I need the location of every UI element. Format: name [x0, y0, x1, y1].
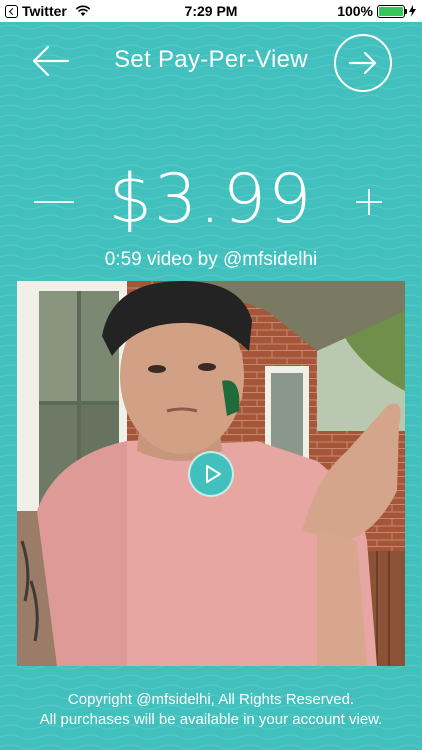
- purchases-note: All purchases will be available in your …: [39, 711, 383, 728]
- battery-percent: 100%: [337, 3, 373, 19]
- charging-icon: [409, 5, 416, 17]
- play-icon: [206, 465, 221, 483]
- minus-icon: [34, 201, 74, 203]
- arrow-left-icon: [32, 45, 70, 77]
- price-selector: $3.99: [0, 160, 422, 240]
- decrease-price-button[interactable]: [34, 182, 74, 222]
- page-title: Set Pay-Per-View: [114, 46, 308, 73]
- increase-price-button[interactable]: [352, 182, 386, 222]
- video-caption: 0:59 video by @mfsidelhi: [104, 249, 318, 270]
- next-button[interactable]: [334, 34, 392, 92]
- arrow-right-icon: [348, 51, 377, 75]
- status-bar: Twitter 7:29 PM 100%: [0, 0, 422, 22]
- footer: Copyright @mfsidelhi, All Rights Reserve…: [0, 690, 422, 730]
- price-value: $3.99: [108, 160, 314, 239]
- play-button[interactable]: [188, 451, 234, 497]
- copyright-text: Copyright @mfsidelhi, All Rights Reserve…: [67, 691, 355, 708]
- battery-icon: [377, 4, 407, 18]
- plus-icon: [356, 189, 382, 215]
- back-button[interactable]: [30, 40, 72, 82]
